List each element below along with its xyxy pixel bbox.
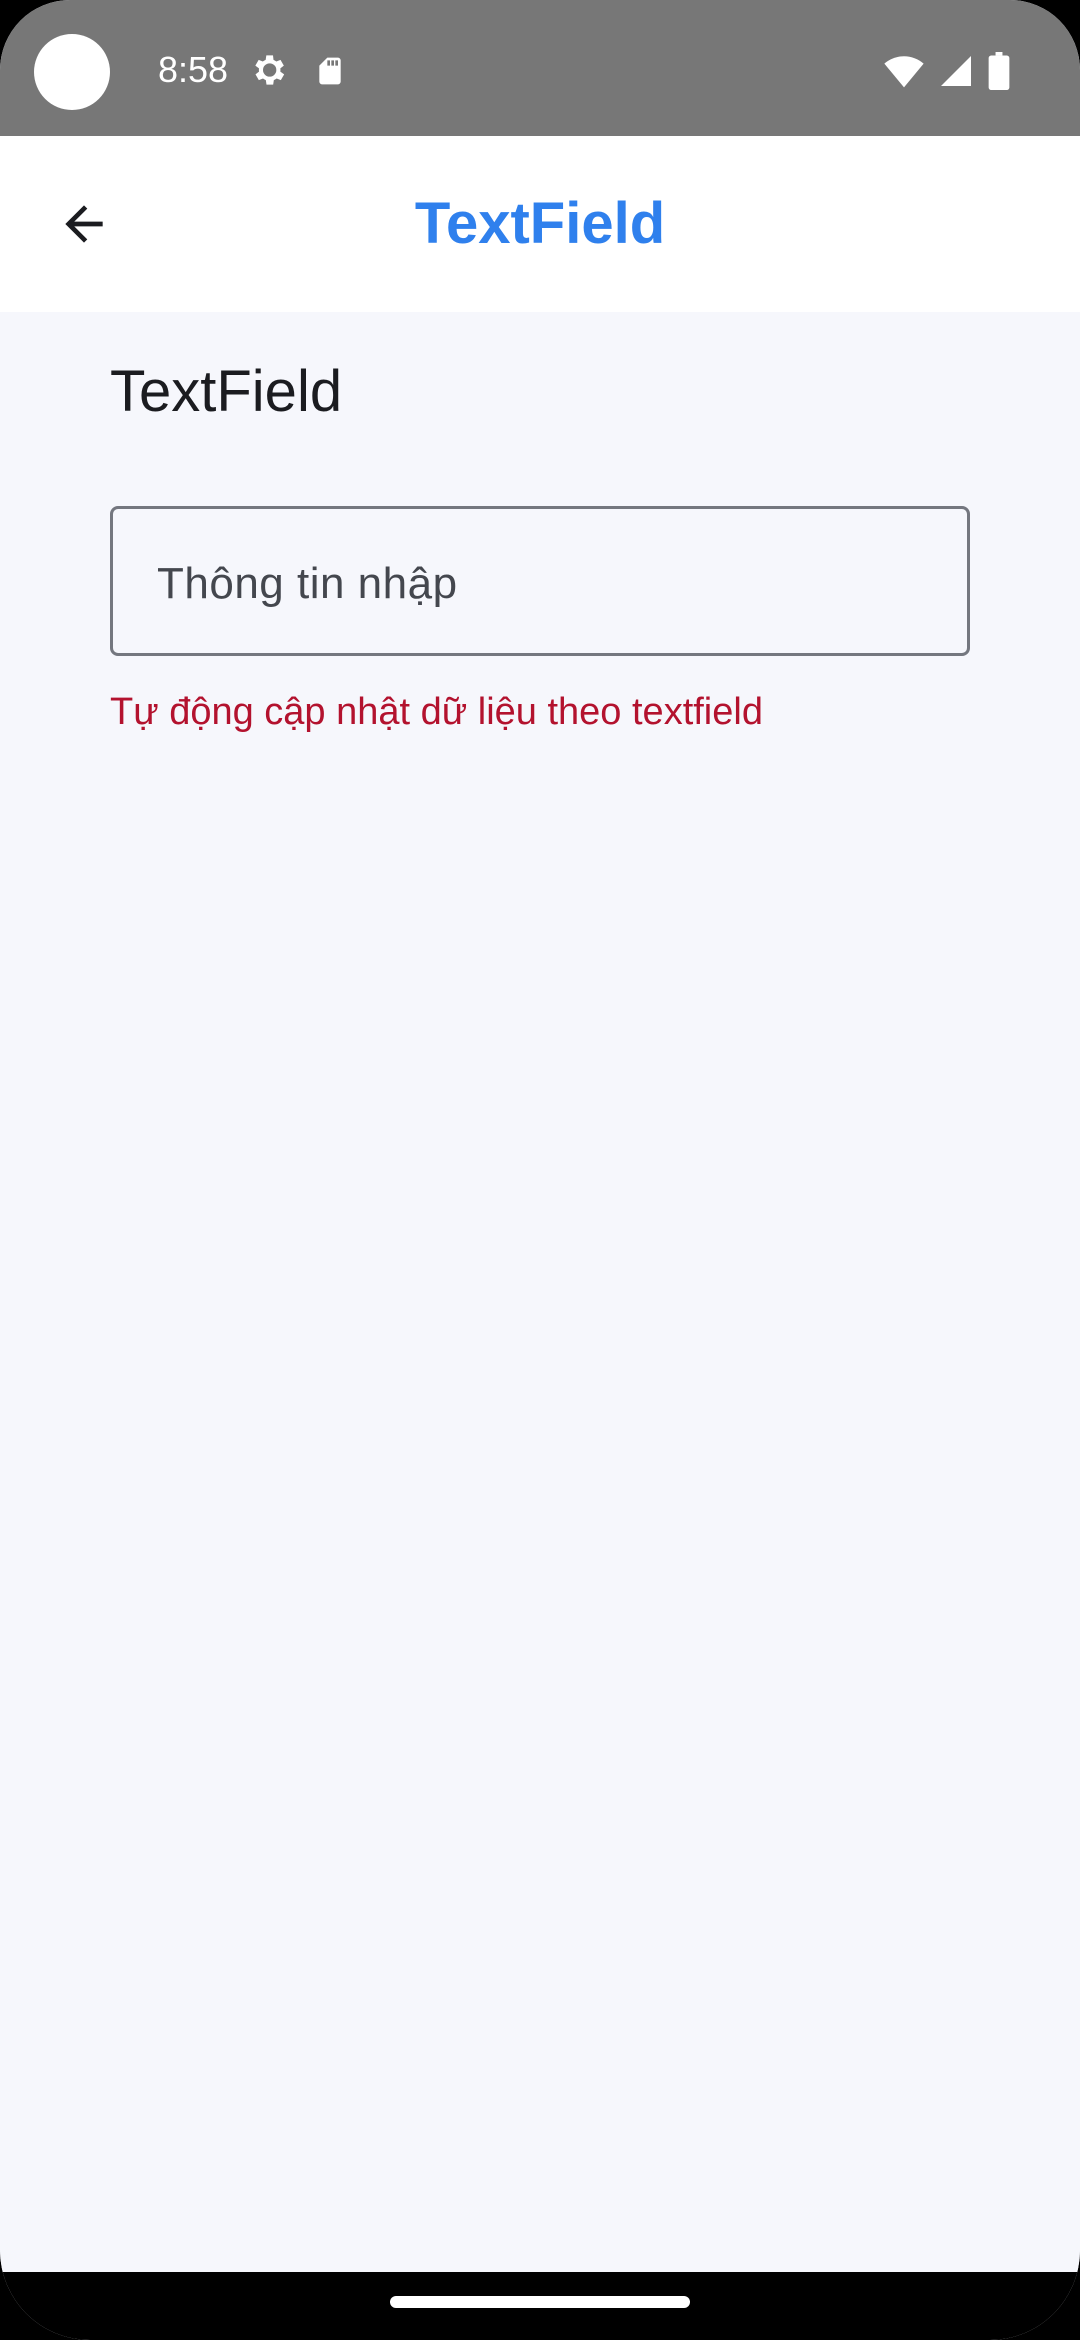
status-time: 8:58 [158,49,229,90]
app-bar: TextField [0,136,1080,312]
text-field-placeholder: Thông tin nhập [157,559,458,608]
home-gesture-handle[interactable] [390,2296,690,2308]
cell-signal-icon [941,56,971,86]
wifi-icon [884,56,924,88]
battery-icon [988,52,1010,90]
helper-text: Tự động cập nhật dữ liệu theo textfield [110,691,763,733]
section-title: TextField [110,359,343,424]
settings-gear-icon [255,55,285,85]
status-right-group [884,52,1010,90]
sd-card-icon [319,57,341,85]
app-title: TextField [414,191,666,256]
device-frame: 8:58 TextField TextField Thông tin nhập … [0,0,1080,2340]
camera-cutout [34,34,110,110]
text-input-field[interactable]: Thông tin nhập [110,506,970,656]
screen: 8:58 TextField TextField Thông tin nhập … [0,0,1080,2340]
main-content: TextField Thông tin nhập Tự động cập nhậ… [0,312,1080,2272]
status-bar: 8:58 [0,0,1080,136]
navigation-bar [0,2272,1080,2340]
